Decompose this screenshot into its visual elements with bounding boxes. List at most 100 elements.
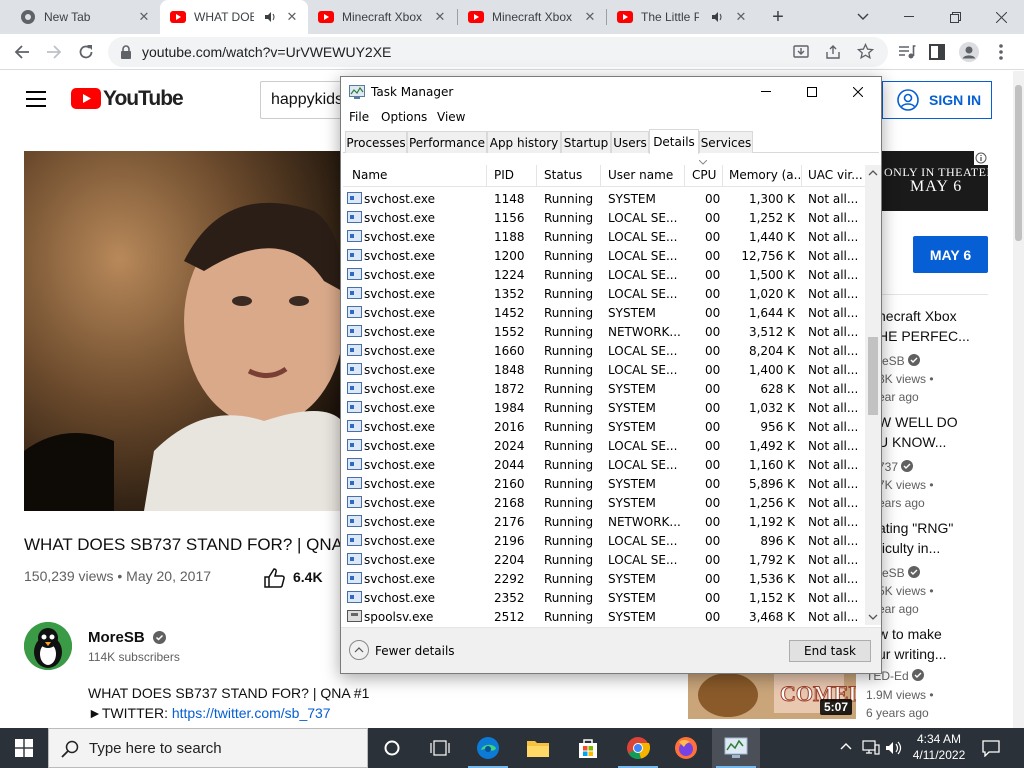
process-row[interactable]: svchost.exe 2292 Running SYSTEM 00 1,536 K Not… [343,569,865,588]
tab-little-p[interactable]: The Little P ✕ [607,0,757,34]
col-status[interactable]: Status [544,168,599,182]
system-clock[interactable]: 4:34 AM 4/11/2022 [904,731,974,763]
chrome-menu-icon[interactable] [990,41,1012,63]
column-divider[interactable] [801,165,802,187]
taskbar-edge[interactable] [464,728,512,768]
channel-avatar[interactable] [24,622,72,670]
tab-app-history[interactable]: App history [487,131,561,153]
scroll-down-icon[interactable] [868,614,878,620]
process-row[interactable]: svchost.exe 1188 Running LOCAL SE... 00 1,440… [343,227,865,246]
process-row[interactable]: svchost.exe 2160 Running SYSTEM 00 5,896 K Not… [343,474,865,493]
tab-details[interactable]: Details [649,129,699,154]
chevron-up-icon[interactable] [349,640,369,660]
tab-minecraft-1[interactable]: Minecraft Xbox ✕ [308,0,456,34]
process-row[interactable]: svchost.exe 2044 Running LOCAL SE... 00 1,160… [343,455,865,474]
new-tab-button[interactable]: + [768,6,788,28]
rec-title-line-1[interactable]: w to make [878,626,988,642]
process-row[interactable]: svchost.exe 1552 Running NETWORK... 00 3,512 … [343,322,865,341]
sign-in-button[interactable]: SIGN IN [882,81,992,119]
ad-info-icon[interactable] [974,151,988,165]
tab-startup[interactable]: Startup [561,131,611,153]
col-uac[interactable]: UAC vir... [808,168,864,182]
like-count[interactable]: 6.4K [293,569,323,585]
process-row[interactable]: svchost.exe 1156 Running LOCAL SE... 00 1,252… [343,208,865,227]
hamburger-menu-icon[interactable] [26,91,46,107]
rec-title-line-2[interactable]: HE PERFEC... [878,328,988,344]
bookmark-star-icon[interactable] [857,43,874,60]
process-row[interactable]: svchost.exe 2352 Running SYSTEM 00 1,152 K Not… [343,588,865,607]
rec-title-line-1[interactable]: W WELL DO [878,414,988,430]
youtube-logo-icon[interactable] [71,88,101,109]
process-row[interactable]: svchost.exe 2196 Running LOCAL SE... 00 896 K… [343,531,865,550]
notification-icon[interactable] [982,739,1000,757]
volume-icon[interactable] [884,739,902,757]
col-memory[interactable]: Memory (a... [729,168,801,182]
process-row[interactable]: svchost.exe 2168 Running SYSTEM 00 1,256 K Not… [343,493,865,512]
tab-services[interactable]: Services [699,131,753,153]
close-window-button[interactable] [978,0,1024,34]
close-tab-icon[interactable]: ✕ [582,9,598,25]
taskbar-file-explorer[interactable] [514,728,562,768]
process-row[interactable]: svchost.exe 1224 Running LOCAL SE... 00 1,500… [343,265,865,284]
rec-title-line-2[interactable]: ur writing... [878,646,988,662]
share-icon[interactable] [825,44,841,60]
scroll-up-icon[interactable] [868,170,878,176]
tab-performance[interactable]: Performance [407,131,487,153]
side-panel-icon[interactable] [926,41,948,63]
rec-title-line-2[interactable]: ficulty in... [878,540,988,556]
process-row[interactable]: svchost.exe 2016 Running SYSTEM 00 956 K Not a… [343,417,865,436]
ad-banner[interactable]: ONLY IN THEATERS MAY 6 [880,151,1002,211]
taskbar-chrome[interactable] [614,728,662,768]
taskbar-firefox[interactable] [662,728,710,768]
minimize-button[interactable] [886,0,932,34]
process-list[interactable]: svchost.exe 1148 Running SYSTEM 00 1,300 K Not… [343,189,865,625]
menu-file[interactable]: File [349,110,369,124]
twitter-link[interactable]: https://twitter.com/sb_737 [172,705,331,721]
col-name[interactable]: Name [352,168,482,182]
chevron-up-icon[interactable] [840,742,852,750]
tab-search-icon[interactable] [840,0,886,34]
address-bar[interactable]: youtube.com/watch?v=UrVWEWUY2XE [108,37,888,67]
end-task-button[interactable]: End task [789,640,871,662]
process-row[interactable]: svchost.exe 1148 Running SYSTEM 00 1,300 K Not… [343,189,865,208]
process-row[interactable]: svchost.exe 2204 Running LOCAL SE... 00 1,792… [343,550,865,569]
col-pid[interactable]: PID [494,168,534,182]
media-control-icon[interactable] [896,41,918,63]
column-divider[interactable] [536,165,537,187]
rec-title-line-1[interactable]: ating "RNG" [878,520,988,536]
close-tab-icon[interactable]: ✕ [284,9,300,25]
tab-minecraft-2[interactable]: Minecraft Xbox ✕ [458,0,606,34]
task-view-button[interactable] [416,728,464,768]
process-row[interactable]: svchost.exe 1984 Running SYSTEM 00 1,032 K Not… [343,398,865,417]
process-row[interactable]: spoolsv.exe 2512 Running SYSTEM 00 3,468 K Not… [343,607,865,625]
thumbs-up-icon[interactable] [264,568,286,588]
process-list-scrollbar[interactable] [865,165,881,625]
back-button[interactable] [11,41,33,63]
tm-maximize-button[interactable] [789,77,835,107]
page-scrollbar[interactable] [1013,71,1024,728]
process-row[interactable]: svchost.exe 1200 Running LOCAL SE... 00 12,75… [343,246,865,265]
process-row[interactable]: svchost.exe 2176 Running NETWORK... 00 1,192 … [343,512,865,531]
reload-button[interactable] [75,41,97,63]
column-divider[interactable] [486,165,487,187]
process-row[interactable]: svchost.exe 1660 Running LOCAL SE... 00 8,204… [343,341,865,360]
speaker-icon[interactable] [711,11,723,23]
tm-close-button[interactable] [835,77,881,107]
page-scrollbar-thumb[interactable] [1015,85,1022,241]
ad-cta-button[interactable]: MAY 6 [913,236,988,273]
process-row[interactable]: svchost.exe 1872 Running SYSTEM 00 628 K Not a… [343,379,865,398]
speaker-icon[interactable] [264,11,276,23]
process-row[interactable]: svchost.exe 1452 Running SYSTEM 00 1,644 K Not… [343,303,865,322]
rec-title-line-2[interactable]: U KNOW... [878,434,988,450]
restore-button[interactable] [932,0,978,34]
profile-icon[interactable] [958,41,980,63]
channel-name-row[interactable]: MoreSB [88,629,166,646]
close-tab-icon[interactable]: ✕ [733,9,749,25]
column-divider[interactable] [684,165,685,187]
close-tab-icon[interactable]: ✕ [432,9,448,25]
col-cpu[interactable]: CPU [692,168,724,182]
start-button[interactable] [0,728,48,768]
col-user-name[interactable]: User name [608,168,682,182]
column-divider[interactable] [722,165,723,187]
install-icon[interactable] [793,44,809,60]
